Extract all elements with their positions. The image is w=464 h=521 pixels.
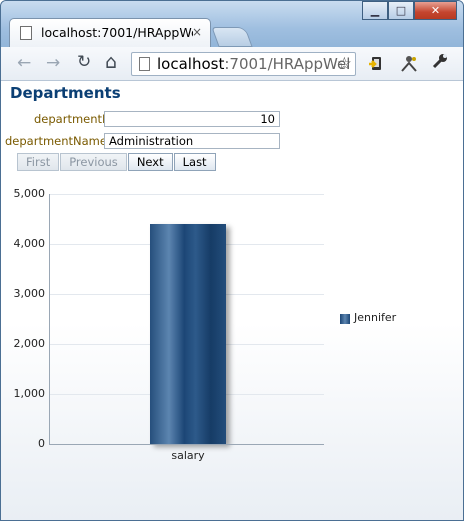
department-name-field[interactable]: Administration	[104, 133, 280, 149]
department-id-label: departmentId	[34, 112, 113, 126]
x-category-label: salary	[171, 449, 205, 462]
first-button[interactable]: First	[17, 153, 60, 171]
legend-swatch	[340, 314, 350, 324]
y-tick-label: 2,000	[13, 337, 46, 350]
x-axis	[49, 444, 324, 445]
last-button[interactable]: Last	[173, 153, 216, 171]
next-button[interactable]: Next	[127, 153, 173, 171]
extension-tools-icon[interactable]	[399, 54, 419, 77]
reload-icon[interactable]: ↻	[77, 52, 91, 72]
y-tick-label: 1,000	[13, 387, 46, 400]
title-bar: localhost:7001/HRAppWeb × ▁ □ ✕	[1, 1, 463, 47]
tab-close-icon[interactable]: ×	[192, 25, 202, 39]
forward-icon[interactable]: →	[46, 53, 60, 73]
page-title: Departments	[10, 84, 121, 102]
window-controls: ▁ □ ✕	[362, 1, 457, 21]
page-icon	[20, 26, 32, 40]
browser-window: localhost:7001/HRAppWeb × ▁ □ ✕ ← → ↻ ⌂ …	[0, 0, 464, 521]
back-icon[interactable]: ←	[17, 53, 31, 73]
browser-tab[interactable]: localhost:7001/HRAppWeb ×	[9, 18, 211, 47]
gridline	[49, 194, 324, 195]
y-tick-label: 4,000	[13, 237, 46, 250]
url-rest: :7001/HRAppWel	[224, 55, 351, 73]
address-bar[interactable]: localhost:7001/HRAppWel ☆	[131, 52, 356, 76]
close-button[interactable]: ✕	[414, 1, 457, 20]
legend-label: Jennifer	[354, 311, 397, 324]
y-tick-label: 5,000	[13, 187, 46, 200]
y-tick-label: 0	[38, 437, 45, 450]
page-icon	[139, 57, 150, 71]
previous-button[interactable]: Previous	[60, 153, 127, 171]
minimize-button[interactable]: ▁	[362, 1, 388, 20]
home-icon[interactable]: ⌂	[105, 51, 117, 73]
page-content: Departments departmentId 10 departmentNa…	[1, 81, 463, 520]
wrench-icon[interactable]	[431, 52, 449, 75]
department-name-label: departmentName	[5, 134, 107, 148]
extension-icon[interactable]	[369, 55, 385, 71]
record-navigation: First Previous Next Last	[17, 153, 217, 171]
tab-title: localhost:7001/HRAppWeb	[41, 25, 193, 40]
url-text: localhost:7001/HRAppWel	[157, 55, 350, 73]
y-tick-label: 3,000	[13, 287, 46, 300]
y-axis	[49, 194, 50, 444]
browser-toolbar: ← → ↻ ⌂ localhost:7001/HRAppWel ☆	[1, 47, 463, 81]
bar-salary-jennifer[interactable]	[150, 224, 226, 444]
url-host: localhost	[157, 55, 225, 73]
new-tab-button[interactable]	[211, 27, 253, 47]
maximize-button[interactable]: □	[388, 1, 414, 20]
bookmark-star-icon[interactable]: ☆	[337, 54, 352, 74]
department-id-field[interactable]: 10	[104, 111, 280, 127]
